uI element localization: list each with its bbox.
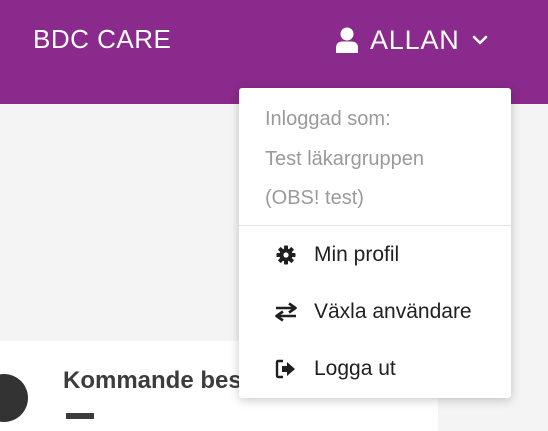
logout-icon [274,357,298,381]
menu-divider [239,225,511,226]
logged-in-label: Inloggad som: [265,108,391,130]
user-name: ALLAN [370,24,460,55]
logged-in-group: Test läkargruppen [265,147,424,170]
chevron-down-icon [472,35,488,45]
user-icon [336,27,358,53]
gear-icon [274,243,298,267]
user-menu-toggle[interactable]: ALLAN [336,24,488,56]
menu-item-my-profile[interactable]: Min profil [239,233,511,277]
menu-item-switch-user[interactable]: Växla användare [239,290,511,334]
avatar [0,374,28,422]
logged-in-info: Inloggad som: Test läkargruppen (OBS! te… [265,100,424,219]
menu-item-log-out[interactable]: Logga ut [239,347,511,391]
logged-in-note: (OBS! test) [265,187,364,209]
card-title: Kommande bes [63,367,242,394]
menu-item-label: Logga ut [314,357,396,380]
card-icon [66,413,94,419]
user-dropdown-menu: Inloggad som: Test läkargruppen (OBS! te… [239,88,511,398]
swap-arrows-icon [274,300,298,324]
menu-item-label: Min profil [314,243,400,266]
brand-title[interactable]: BDC CARE [33,24,171,55]
menu-item-label: Växla användare [314,300,472,323]
